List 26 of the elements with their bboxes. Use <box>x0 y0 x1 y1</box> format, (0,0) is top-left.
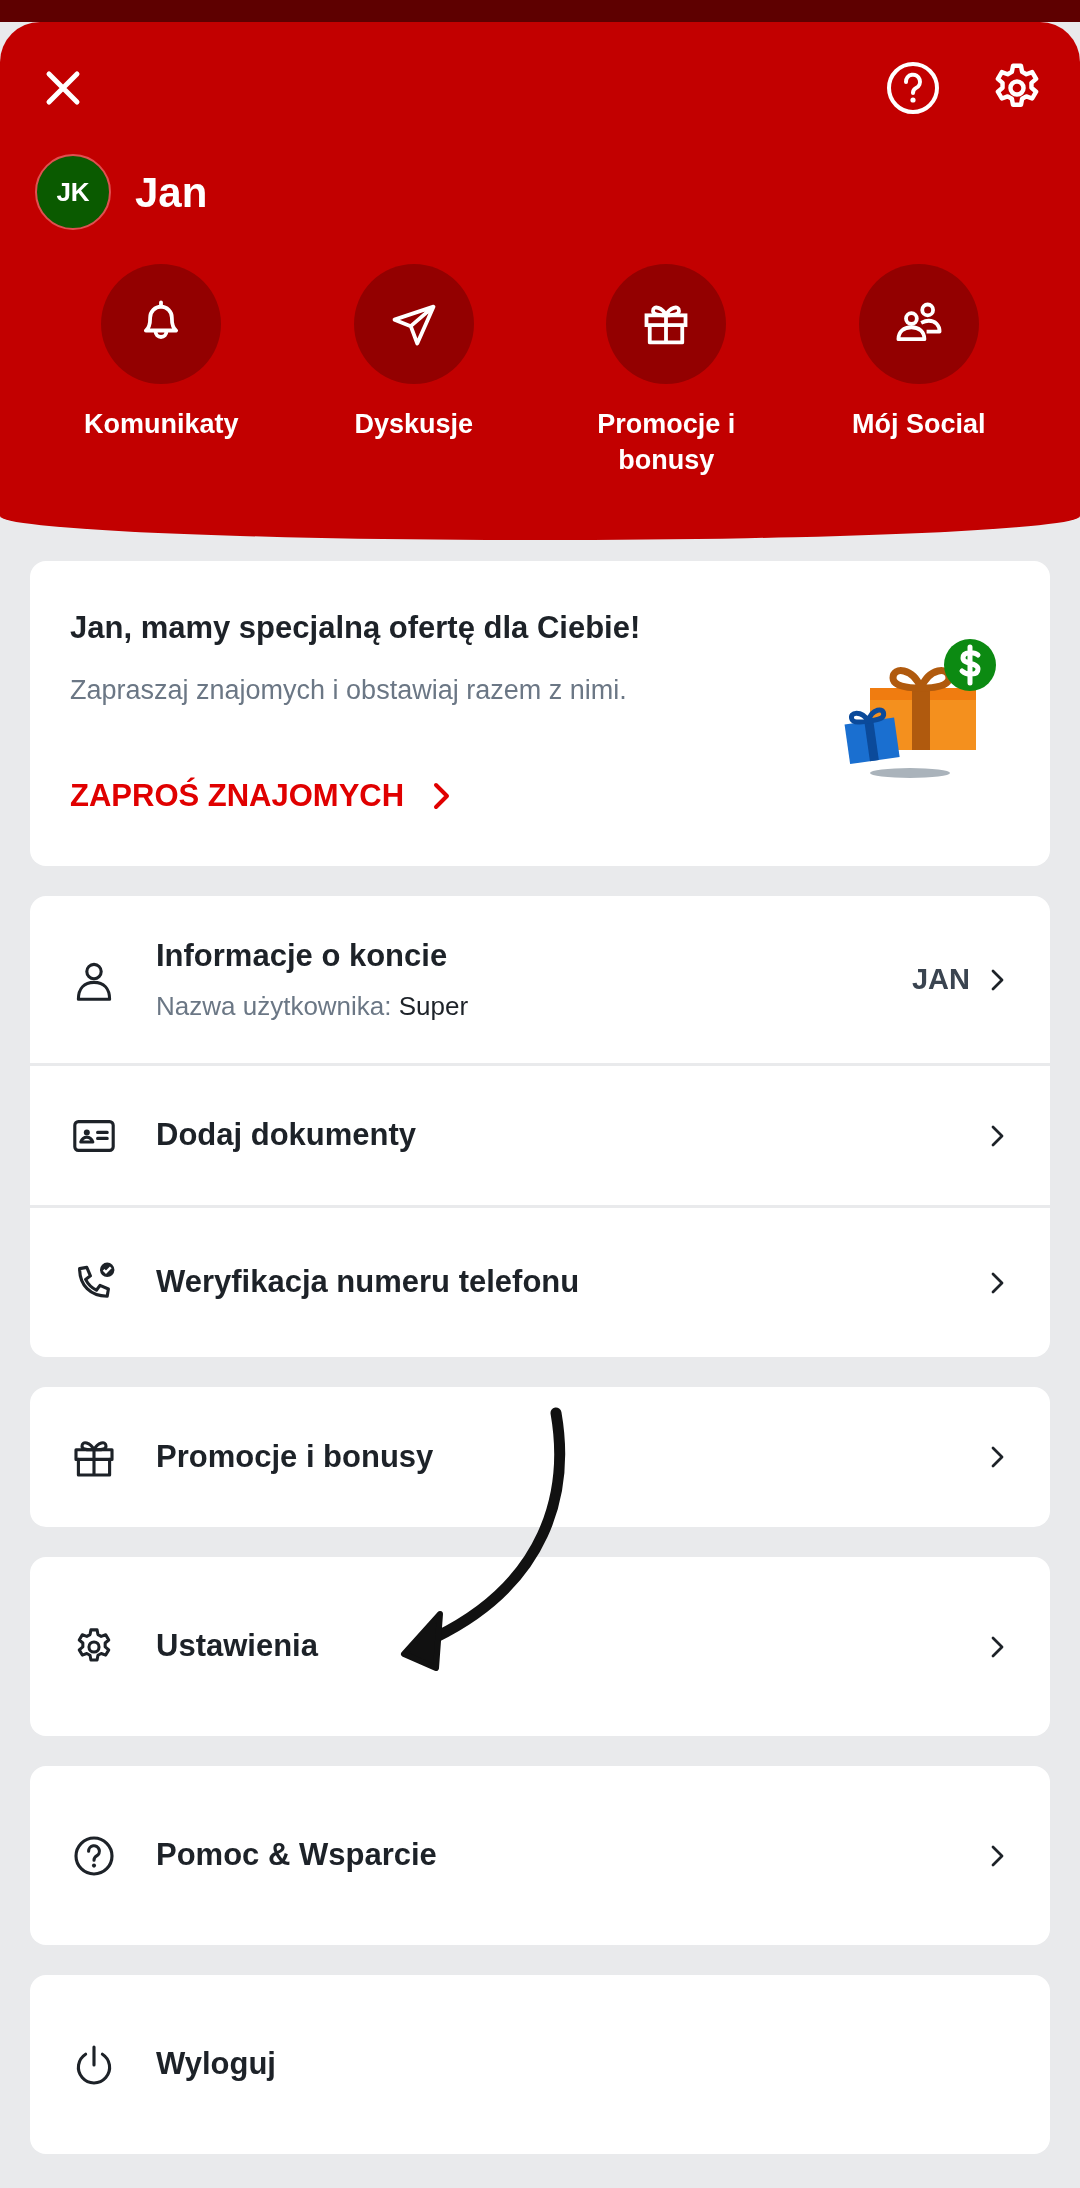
menu-item-title: Wyloguj <box>156 2045 277 2084</box>
account-name-value: JAN <box>912 961 970 997</box>
menu-item-title: Dodaj dokumenty <box>156 1116 418 1155</box>
menu-item[interactable]: Ustawienia <box>30 1557 1050 1736</box>
menu-item[interactable]: Wyloguj <box>30 1975 1050 2154</box>
menu-item[interactable]: Promocje i bonusy <box>30 1387 1050 1527</box>
shortcut-label: Komunikaty <box>84 408 239 441</box>
menu-item[interactable]: Weryfikacja numeru telefonu <box>30 1205 1050 1357</box>
shortcut-label: Promocje i bonusy <box>596 408 737 478</box>
menu-item-title: Informacje o koncie <box>156 936 449 975</box>
shortcut-label: Dyskusje <box>354 408 474 441</box>
avatar-initials: JK <box>35 154 111 230</box>
promo-text: Zapraszaj znajomych i obstawiaj razem z nimi. <box>70 674 628 708</box>
menu-item[interactable]: Informacje o koncie Nazwa użytkownika: Super JAN <box>30 896 1050 1063</box>
menu-item-title: Weryfikacja numeru telefonu <box>156 1263 581 1302</box>
menu-item-title: Ustawienia <box>156 1627 320 1666</box>
menu-item-title: Promocje i bonusy <box>156 1437 435 1476</box>
invite-friends-link[interactable]: ZAPROŚ ZNAJOMYCH <box>70 772 455 820</box>
username-line: Nazwa użytkownika: Super <box>156 990 470 1024</box>
menu-item[interactable]: Pomoc & Wsparcie <box>30 1766 1050 1945</box>
shortcut-label: Mój Social <box>852 408 986 441</box>
user-name: Jan <box>135 167 208 218</box>
help-icon[interactable] <box>885 60 941 116</box>
promo-title: Jan, mamy specjalną ofertę dla Ciebie! <box>70 609 642 647</box>
menu-item-title: Pomoc & Wsparcie <box>156 1836 438 1875</box>
menu-item[interactable]: Dodaj dokumenty <box>30 1063 1050 1205</box>
